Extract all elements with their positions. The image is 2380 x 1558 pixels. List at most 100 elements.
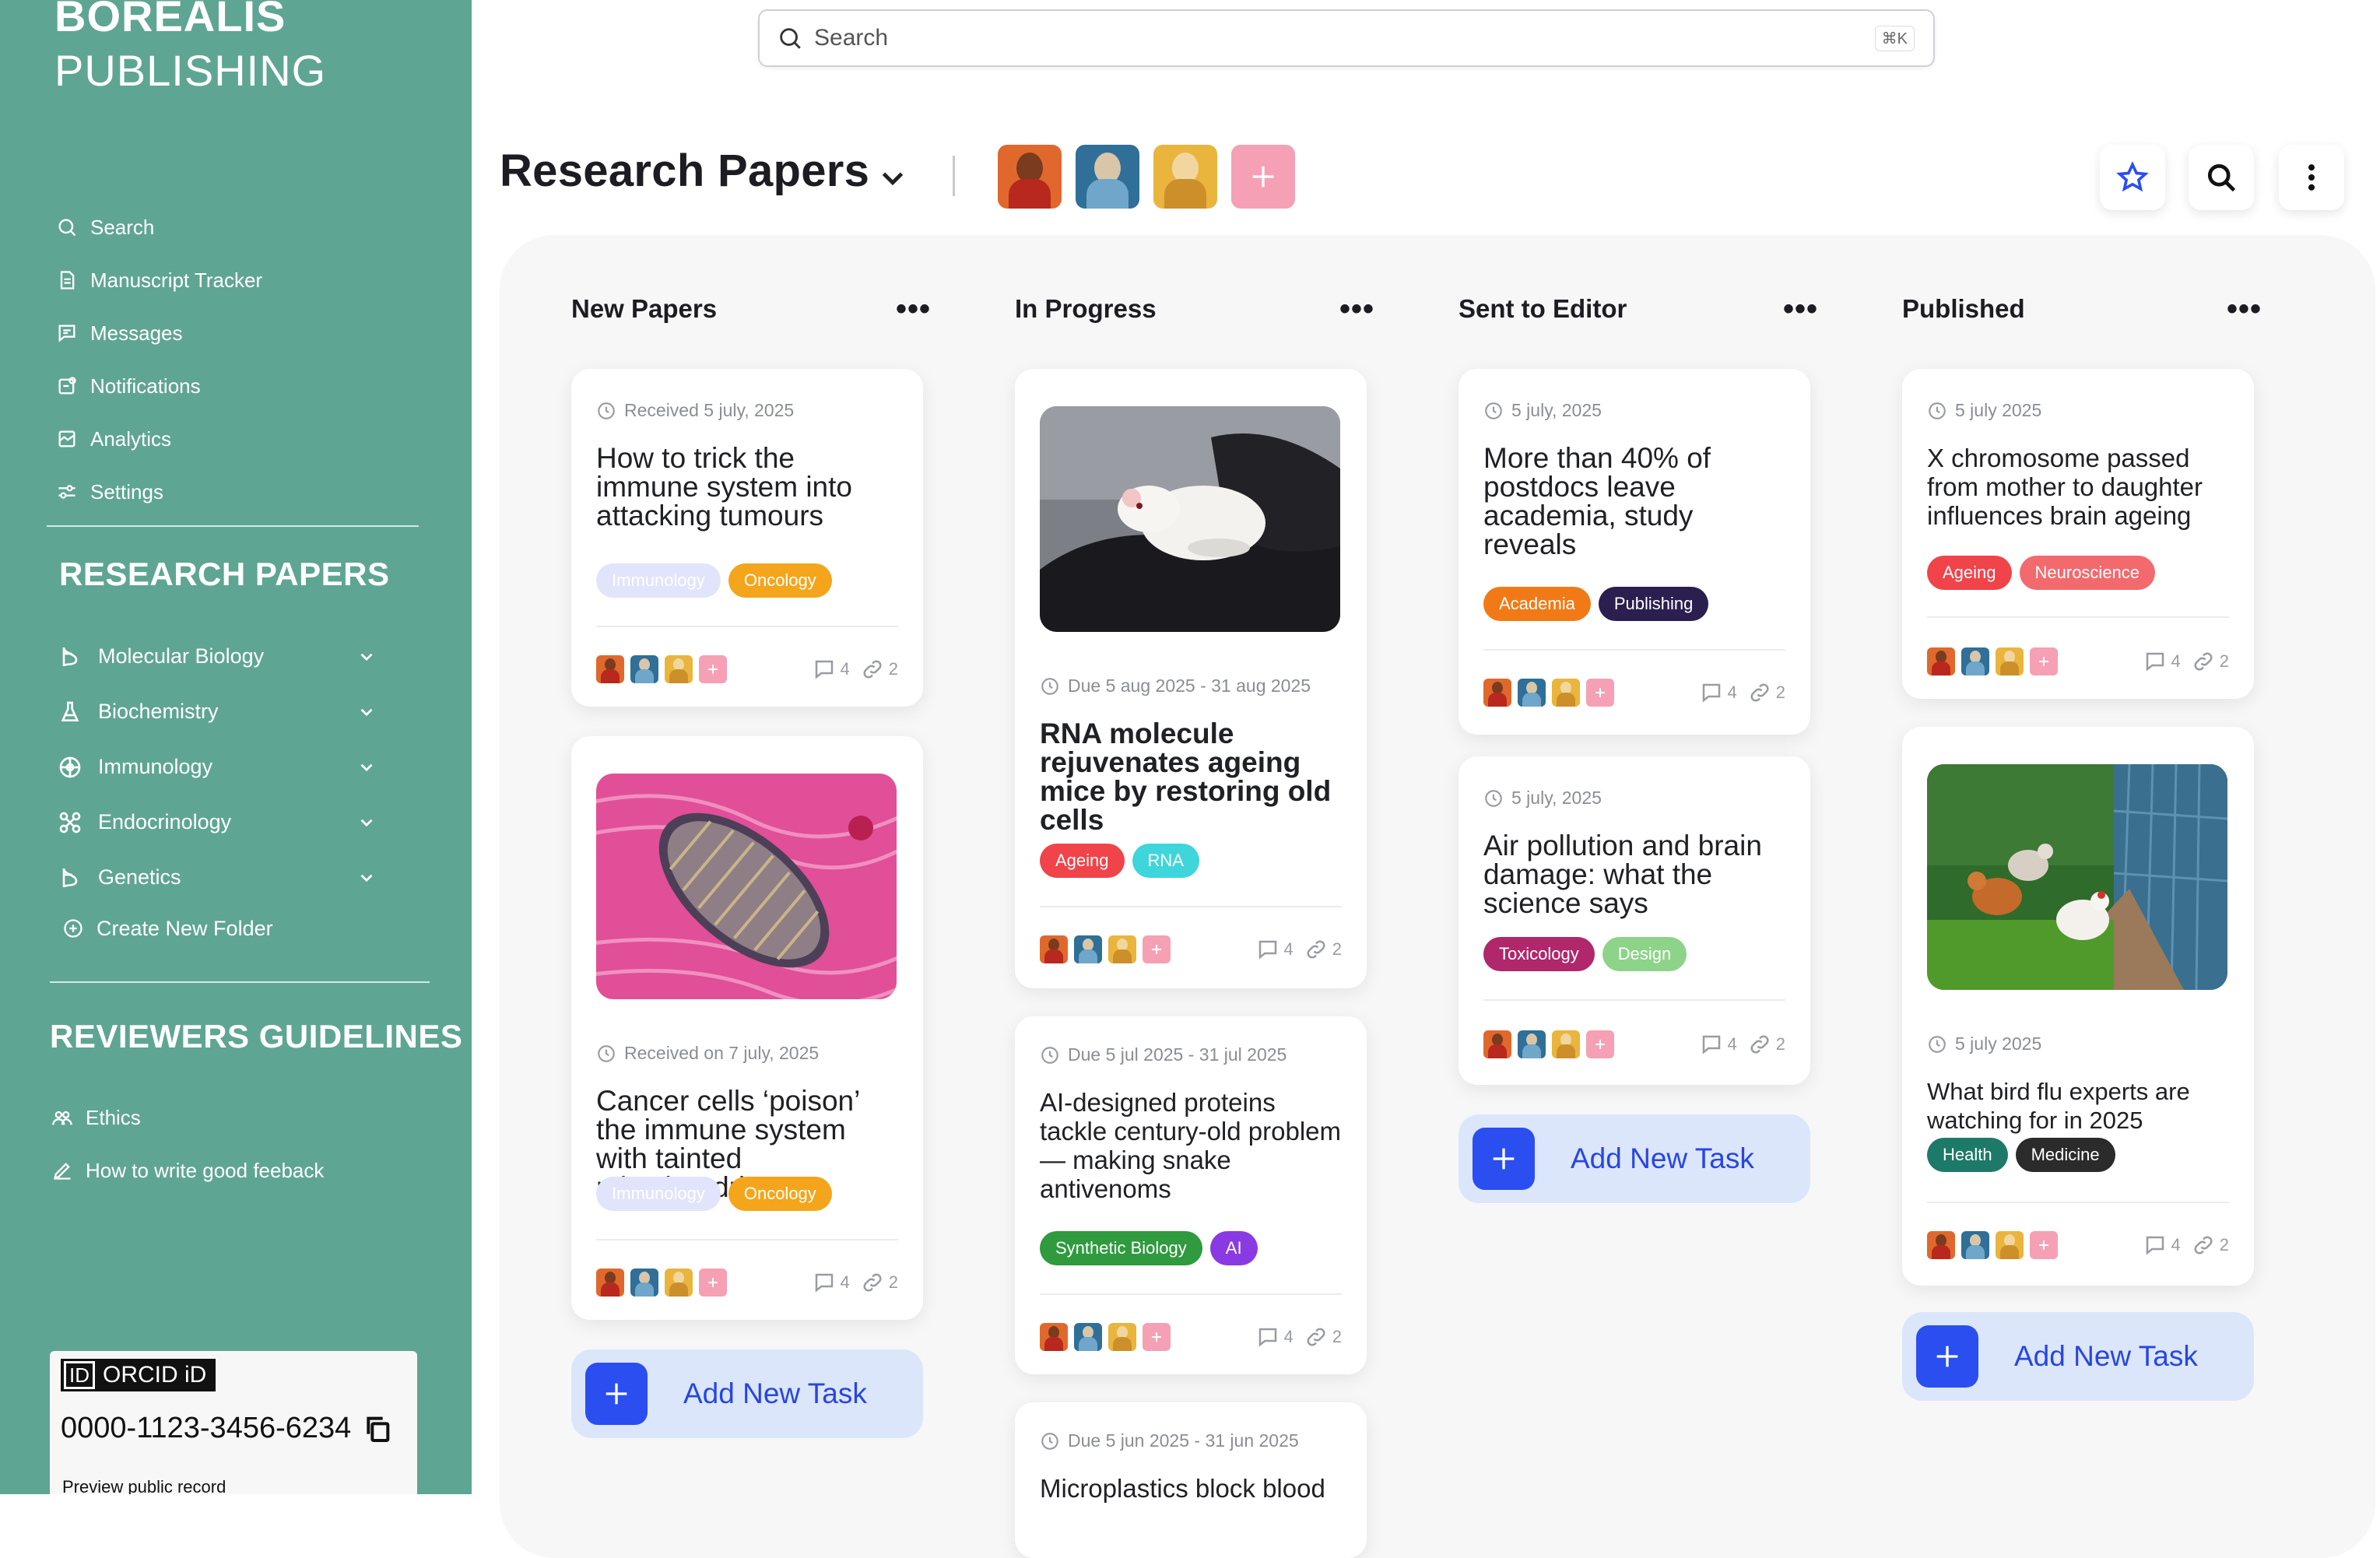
add-new-task-button[interactable]: Add New Task <box>1459 1114 1810 1203</box>
folder-endocrinology[interactable]: Endocrinology <box>58 795 377 850</box>
link-count: 2 <box>1332 939 1342 959</box>
column-menu-icon[interactable]: ••• <box>1783 293 1818 325</box>
comment-icon[interactable] <box>2143 1233 2167 1257</box>
add-assignee-button[interactable] <box>2030 647 2058 675</box>
avatar <box>1961 1231 1989 1259</box>
orcid-preview-link[interactable]: Preview public record <box>62 1477 226 1494</box>
sidebar: BOREALIS PUBLISHING Search Manuscript Tr… <box>0 0 472 1494</box>
link-icon[interactable] <box>1304 1325 1328 1349</box>
nav-item-manuscript-tracker[interactable]: Manuscript Tracker <box>56 254 262 307</box>
tag-ageing[interactable]: Ageing <box>1927 556 2012 590</box>
link-icon[interactable] <box>1748 681 1771 704</box>
nav-item-notifications[interactable]: Notifications <box>56 360 262 412</box>
comment-icon[interactable] <box>1256 1325 1280 1349</box>
tag-oncology[interactable]: Oncology <box>728 1177 832 1211</box>
folder-immunology[interactable]: Immunology <box>58 739 377 795</box>
link-icon[interactable] <box>2192 1233 2215 1257</box>
tag-medicine[interactable]: Medicine <box>2015 1138 2115 1172</box>
card-date: Due 5 jun 2025 - 31 jun 2025 <box>1040 1430 1299 1451</box>
link-icon[interactable] <box>1748 1033 1771 1056</box>
guide-ethics[interactable]: Ethics <box>51 1091 324 1144</box>
tag-toxicology[interactable]: Toxicology <box>1483 937 1595 971</box>
column-menu-icon[interactable]: ••• <box>1339 293 1374 325</box>
avatar[interactable] <box>998 145 1062 209</box>
nav-item-search[interactable]: Search <box>56 201 262 254</box>
chevron-down-icon[interactable] <box>875 160 911 196</box>
task-card[interactable]: 5 july, 2025 More than 40% of postdocs l… <box>1459 369 1810 735</box>
add-assignee-button[interactable] <box>699 1269 727 1297</box>
add-assignee-button[interactable] <box>2030 1231 2058 1259</box>
add-new-task-button[interactable]: Add New Task <box>571 1349 923 1438</box>
chevron-down-icon[interactable] <box>356 702 377 722</box>
avatar[interactable] <box>1153 145 1217 209</box>
comment-icon[interactable] <box>1700 1033 1723 1056</box>
tag-oncology[interactable]: Oncology <box>728 563 832 598</box>
task-card[interactable]: 5 july 2025 X chromosome passed from mot… <box>1902 369 2254 699</box>
add-assignee-button[interactable] <box>1143 1323 1171 1351</box>
link-count: 2 <box>2219 651 2229 671</box>
task-card[interactable]: 5 july, 2025 Air pollution and brain dam… <box>1459 756 1810 1085</box>
tag-immunology[interactable]: Immunology <box>596 1177 721 1211</box>
link-icon[interactable] <box>861 1271 884 1294</box>
column-menu-icon[interactable]: ••• <box>2227 293 2262 325</box>
card-date: Due 5 aug 2025 - 31 aug 2025 <box>1040 675 1311 697</box>
link-icon[interactable] <box>861 658 884 681</box>
comment-count: 4 <box>1727 683 1737 702</box>
comment-icon[interactable] <box>2143 650 2167 673</box>
add-member-button[interactable] <box>1231 145 1295 209</box>
add-assignee-button[interactable] <box>1586 1030 1614 1058</box>
task-card[interactable]: Received 5 july, 2025 How to trick the i… <box>571 369 923 707</box>
column-menu-icon[interactable]: ••• <box>896 293 931 325</box>
avatar[interactable] <box>1076 145 1139 209</box>
folder-biochemistry[interactable]: Biochemistry <box>58 684 377 739</box>
tag-publishing[interactable]: Publishing <box>1598 587 1709 621</box>
guide-label: How to write good feeback <box>86 1158 325 1182</box>
card-stats: 4 2 <box>1256 938 1342 961</box>
add-new-task-button[interactable]: Add New Task <box>1902 1312 2254 1401</box>
folder-molecular-biology[interactable]: Molecular Biology <box>58 629 377 684</box>
link-icon[interactable] <box>2192 650 2215 673</box>
search-input[interactable]: Search ⌘K <box>758 9 1935 67</box>
tag-design[interactable]: Design <box>1602 937 1687 971</box>
chevron-down-icon[interactable] <box>356 868 377 888</box>
copy-icon[interactable] <box>362 1413 393 1444</box>
nav-item-settings[interactable]: Settings <box>56 465 262 518</box>
task-card[interactable]: Due 5 jul 2025 - 31 jul 2025 AI-designed… <box>1015 1016 1367 1374</box>
clock-icon <box>1041 1046 1058 1064</box>
avatar <box>1108 1323 1136 1351</box>
tag-ageing[interactable]: Ageing <box>1040 844 1125 878</box>
comment-icon[interactable] <box>813 1271 836 1294</box>
card-footer: 4 2 <box>1040 1323 1342 1351</box>
tag-immunology[interactable]: Immunology <box>596 563 721 598</box>
comment-icon[interactable] <box>813 658 836 681</box>
folder-genetics[interactable]: Genetics <box>58 850 377 905</box>
tag-ai[interactable]: AI <box>1209 1231 1258 1265</box>
chevron-down-icon[interactable] <box>356 757 377 777</box>
comment-icon[interactable] <box>1700 681 1723 704</box>
tag-synthetic-biology[interactable]: Synthetic Biology <box>1040 1231 1202 1265</box>
guide-feedback[interactable]: How to write good feeback <box>51 1144 324 1197</box>
more-options-button[interactable] <box>2279 145 2344 210</box>
add-assignee-button[interactable] <box>1143 935 1171 963</box>
link-icon[interactable] <box>1304 938 1328 961</box>
tag-neuroscience[interactable]: Neuroscience <box>2019 556 2156 590</box>
comment-icon[interactable] <box>1256 938 1280 961</box>
tag-rna[interactable]: RNA <box>1132 844 1199 878</box>
add-assignee-button[interactable] <box>699 655 727 683</box>
tag-academia[interactable]: Academia <box>1483 587 1591 621</box>
add-assignee-button[interactable] <box>1586 679 1614 707</box>
task-card[interactable]: Due 5 aug 2025 - 31 aug 2025 RNA molecul… <box>1015 369 1367 988</box>
chevron-down-icon[interactable] <box>356 647 377 667</box>
search-button[interactable] <box>2189 145 2254 210</box>
card-divider <box>1040 1293 1342 1295</box>
nav-item-messages[interactable]: Messages <box>56 307 262 360</box>
card-stats: 4 2 <box>813 658 898 681</box>
tag-health[interactable]: Health <box>1927 1138 2008 1172</box>
task-card[interactable]: Due 5 jun 2025 - 31 jun 2025 Microplasti… <box>1015 1402 1367 1558</box>
chevron-down-icon[interactable] <box>356 812 377 833</box>
create-new-folder-button[interactable]: Create New Folder <box>62 905 377 952</box>
task-card[interactable]: 5 july 2025 What bird flu experts are wa… <box>1902 727 2254 1286</box>
task-card[interactable]: Received on 7 july, 2025 Cancer cells ‘p… <box>571 736 923 1320</box>
nav-item-analytics[interactable]: Analytics <box>56 412 262 465</box>
favorite-button[interactable] <box>2100 145 2165 210</box>
